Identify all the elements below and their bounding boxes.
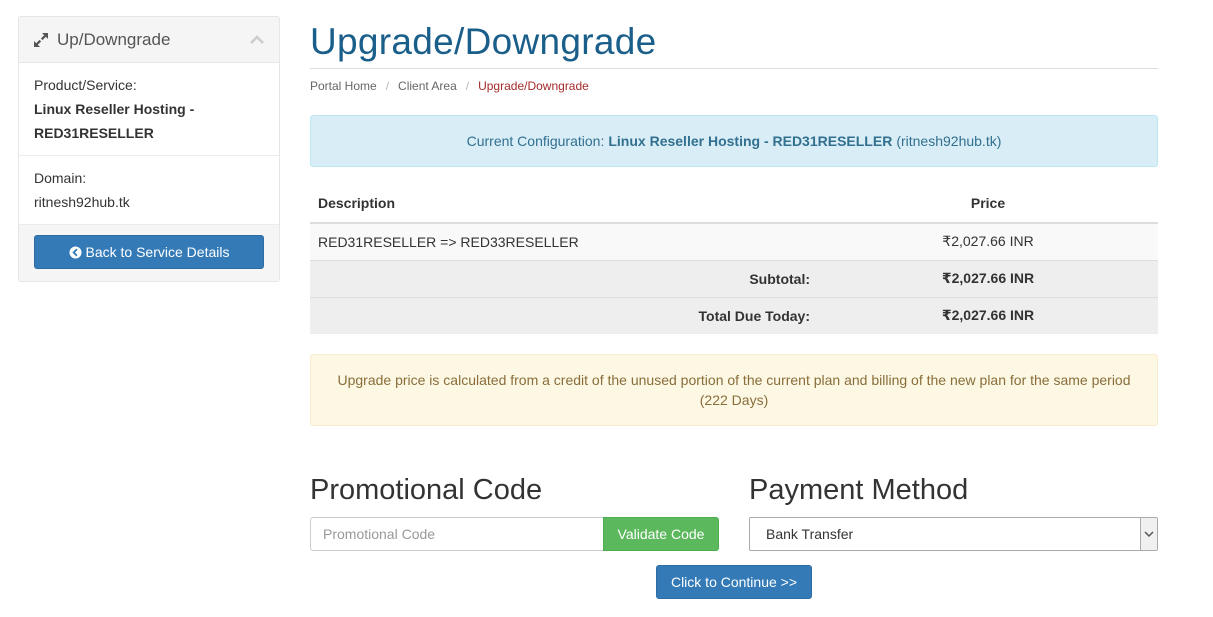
main-content: Upgrade/Downgrade Portal Home / Client A… [310,16,1158,599]
promo-code-input[interactable] [310,517,603,551]
breadcrumb-portal-home[interactable]: Portal Home [310,79,377,93]
payment-method-section: Payment Method Bank Transfer [749,471,1158,551]
product-label: Product/Service: [34,77,137,93]
sidebar-domain-section: Domain: ritnesh92hub.tk [19,156,279,225]
total-label: Total Due Today: [310,296,818,334]
breadcrumb-current: Upgrade/Downgrade [478,79,589,93]
breadcrumb-client-area[interactable]: Client Area [398,79,457,93]
sidebar-header[interactable]: Up/Downgrade [19,17,279,63]
config-product: Linux Reseller Hosting - RED31RESELLER [608,133,893,149]
chevron-up-icon[interactable] [249,34,265,45]
domain-label: Domain: [34,170,87,186]
sidebar-footer: Back to Service Details [19,225,279,281]
sidebar-panel: Up/Downgrade Product/Service: Linux Rese… [18,16,280,282]
arrow-circle-left-icon [68,245,82,259]
sidebar-product-section: Product/Service: Linux Reseller Hosting … [19,63,279,156]
payment-method-title: Payment Method [749,474,969,506]
promo-code-section: Promotional Code Validate Code [310,471,719,551]
table-header-row: Description Price [310,183,1158,224]
payment-method-select[interactable]: Bank Transfer [749,517,1158,551]
payment-method-selected: Bank Transfer [766,526,854,542]
table-row: RED31RESELLER => RED33RESELLER ₹2,027.66… [310,222,1158,260]
page-title: Upgrade/Downgrade [310,16,1158,69]
subtotal-label: Subtotal: [310,259,818,297]
total-row: Total Due Today: ₹2,027.66 INR [310,296,1158,334]
breadcrumb: Portal Home / Client Area / Upgrade/Down… [310,79,589,93]
validate-code-button[interactable]: Validate Code [603,517,719,551]
item-description: RED31RESELLER => RED33RESELLER [310,222,818,260]
header-description: Description [310,183,818,224]
back-to-service-button[interactable]: Back to Service Details [34,235,264,269]
product-value: Linux Reseller Hosting - RED31RESELLER [34,101,195,141]
subtotal-value: ₹2,027.66 INR [818,259,1158,297]
promo-input-group: Validate Code [310,517,719,551]
total-value: ₹2,027.66 INR [818,296,1158,334]
continue-button[interactable]: Click to Continue >> [656,565,812,599]
sidebar-header-title: Up/Downgrade [57,29,171,49]
current-configuration-alert: Current Configuration: Linux Reseller Ho… [310,115,1158,167]
back-button-label: Back to Service Details [85,244,230,260]
expand-arrows-icon [33,32,49,48]
order-summary-table: Description Price RED31RESELLER => RED33… [310,183,1158,334]
config-prefix: Current Configuration: [466,133,605,149]
upgrade-price-notice: Upgrade price is calculated from a credi… [310,354,1158,426]
domain-value: ritnesh92hub.tk [34,194,130,210]
chevron-down-icon[interactable] [1140,518,1157,550]
subtotal-row: Subtotal: ₹2,027.66 INR [310,259,1158,297]
promo-code-title: Promotional Code [310,474,543,506]
item-price: ₹2,027.66 INR [818,222,1158,260]
promo-and-payment-section: Promotional Code Validate Code Payment M… [310,471,1158,561]
header-price: Price [818,183,1158,224]
config-domain: (ritnesh92hub.tk) [896,133,1002,149]
